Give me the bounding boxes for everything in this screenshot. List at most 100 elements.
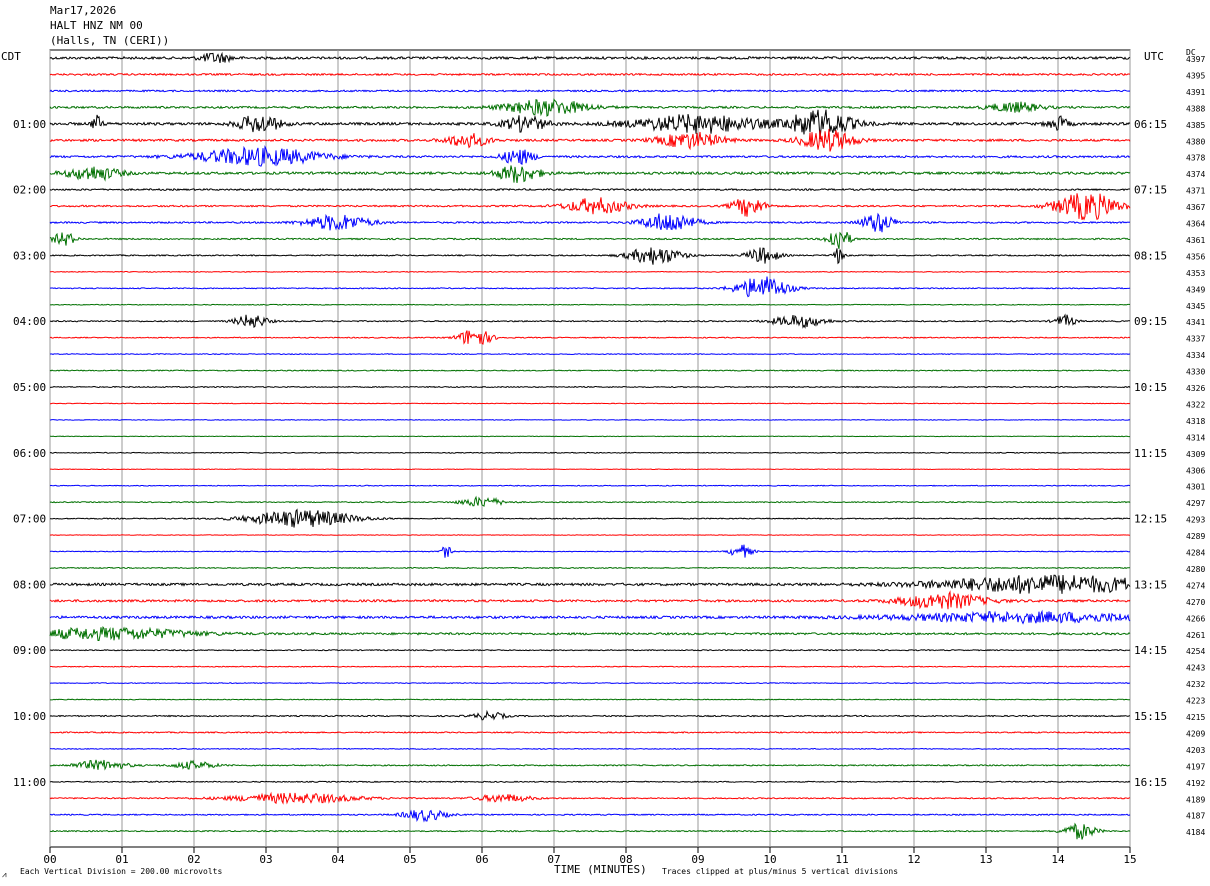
seismic-trace [49,435,1130,438]
seismic-trace [49,193,1131,221]
dc-value: 4297 [1186,499,1205,508]
seismic-trace [49,682,1131,685]
seismic-trace [49,72,1131,77]
x-tick-label: 12 [907,853,920,866]
utc-hour-label: 07:15 [1134,184,1167,197]
dc-value: 4184 [1186,828,1205,837]
utc-hour-label: 11:15 [1134,447,1167,460]
x-tick-label: 14 [1051,853,1065,866]
dc-value: 4353 [1186,269,1205,278]
x-tick-label: 00 [43,853,56,866]
seismic-trace [49,303,1131,306]
utc-hour-label: 14:15 [1134,644,1167,657]
x-tick-label: 06 [475,853,488,866]
seismogram-chart: 00 01 02 03 04 05 06 07 08 09 10 11 12 13 14 1543974395… [13,49,1205,866]
dc-value: 4334 [1186,351,1205,360]
cdt-hour-label: 05:00 [13,381,46,394]
x-tick-label: 02 [187,853,200,866]
seismic-trace [49,385,1131,389]
dc-value: 4301 [1186,483,1205,492]
seismic-trace [49,822,1131,840]
seismic-trace [49,145,1131,167]
dc-value: 4293 [1186,516,1205,525]
seismic-trace [49,98,1131,117]
utc-hour-label: 15:15 [1134,710,1167,723]
dc-value: 4374 [1186,170,1205,179]
cdt-hour-label: 04:00 [13,315,46,328]
seismic-trace [49,625,1131,641]
seismic-trace [49,451,1131,454]
x-tick-label: 09 [691,853,704,866]
dc-value: 4314 [1186,433,1205,442]
seismic-trace [49,809,1131,823]
dc-value: 4192 [1186,779,1205,788]
dc-value: 4261 [1186,631,1205,640]
cdt-hour-label: 07:00 [13,513,46,526]
utc-hour-label: 06:15 [1134,118,1167,131]
dc-value: 4197 [1186,762,1205,771]
seismic-trace [49,791,1131,805]
x-axis-label: TIME (MINUTES) [554,863,647,876]
x-tick-label: 03 [259,853,272,866]
seismic-trace [49,747,1130,750]
dc-value: 4284 [1186,549,1205,558]
dc-value: 4349 [1186,285,1205,294]
cdt-hour-label: 01:00 [13,118,46,131]
utc-hour-label: 13:15 [1134,578,1167,591]
seismic-trace [49,369,1131,372]
cdt-hour-label: 11:00 [13,776,46,789]
cdt-hour-label: 06:00 [13,447,46,460]
dc-value: 4385 [1186,121,1205,130]
seismic-trace [50,508,1131,528]
seismic-trace [49,109,1131,139]
clip-note: Traces clipped at plus/minus 5 vertical … [662,867,899,876]
dc-value: 4388 [1186,104,1205,113]
dc-value: 4330 [1186,368,1205,377]
cdt-hour-label: 10:00 [13,710,46,723]
utc-hour-label: 12:15 [1134,513,1167,526]
dc-value: 4270 [1186,598,1205,607]
dc-value: 4306 [1186,466,1205,475]
cdt-hour-label: 03:00 [13,249,46,262]
dc-value: 4391 [1186,88,1205,97]
seismic-trace [49,212,1131,233]
dc-value: 4337 [1186,335,1205,344]
utc-hour-label: 09:15 [1134,315,1167,328]
dc-value: 4243 [1186,664,1205,673]
seismic-trace [49,780,1131,783]
seismic-trace [49,534,1131,536]
dc-value: 4318 [1186,417,1205,426]
seismic-trace [50,665,1131,668]
seismic-trace [49,566,1130,570]
dc-value: 4215 [1186,713,1205,722]
seismic-trace [49,89,1131,93]
cdt-hour-label: 08:00 [13,578,46,591]
seismic-trace [49,495,1131,507]
scale-icon: ⩘ [2,870,7,879]
dc-value: 4367 [1186,203,1205,212]
seismic-trace [49,590,1131,610]
dc-value: 4361 [1186,236,1205,245]
utc-hour-label: 10:15 [1134,381,1167,394]
dc-value: 4232 [1186,680,1205,689]
dc-value: 4223 [1186,697,1205,706]
dc-value: 4371 [1186,187,1205,196]
dc-value: 4254 [1186,647,1205,656]
cdt-hour-label: 09:00 [13,644,46,657]
seismic-trace [49,231,1131,250]
x-tick-label: 10 [763,853,776,866]
seismic-trace [49,544,1130,558]
dc-value: 4280 [1186,565,1205,574]
seismic-trace [49,187,1130,192]
seismic-trace [49,128,1131,152]
dc-value: 4356 [1186,252,1205,261]
x-tick-label: 15 [1123,853,1136,866]
dc-value: 4341 [1186,318,1205,327]
dc-value: 4203 [1186,746,1205,755]
seismic-trace [49,648,1131,652]
utc-hour-label: 08:15 [1134,249,1167,262]
seismic-trace [49,330,1131,345]
dc-value: 4309 [1186,450,1205,459]
dc-value: 4289 [1186,532,1205,541]
plot-frame [49,49,1131,848]
